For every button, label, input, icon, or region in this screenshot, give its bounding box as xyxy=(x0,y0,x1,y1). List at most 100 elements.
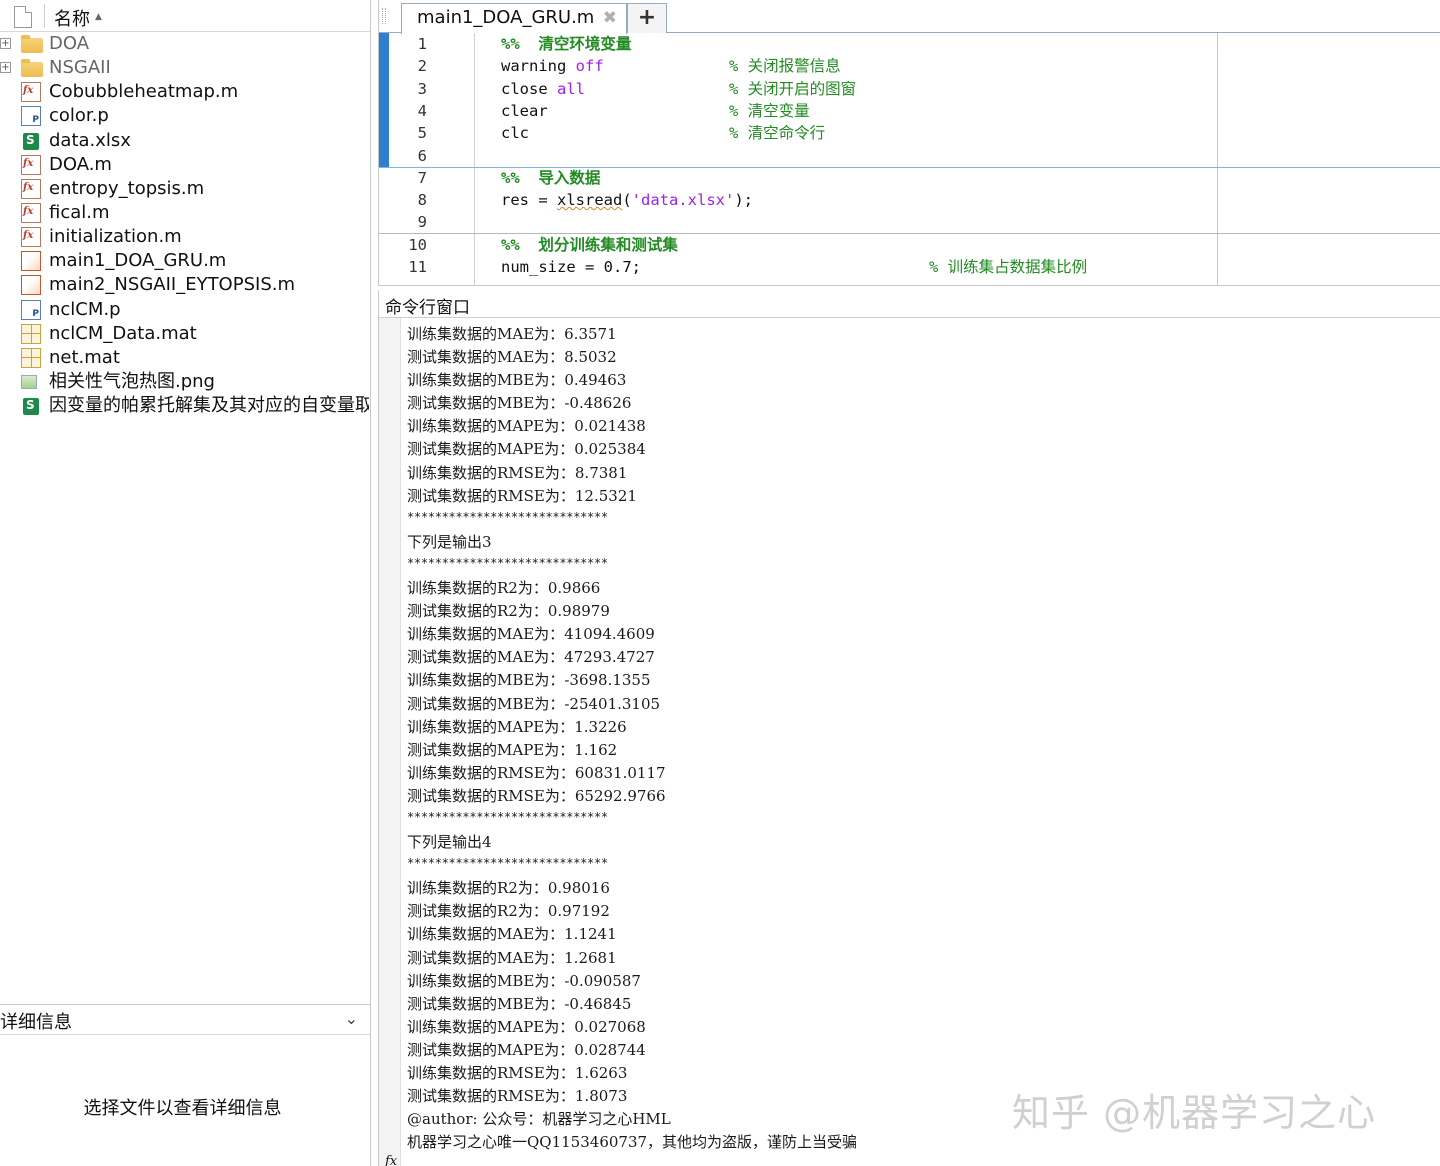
code-token: %% 导入数据 xyxy=(501,168,601,187)
file-item[interactable]: main2_NSGAII_EYTOPSIS.m xyxy=(0,273,370,297)
file-name: Cobubbleheatmap.m xyxy=(49,81,239,103)
code-line[interactable]: 4 clear % 清空变量 xyxy=(379,100,1440,122)
line-number[interactable]: 6 xyxy=(399,145,427,167)
code-line[interactable]: 3 close all % 关闭开启的图窗 xyxy=(379,78,1440,100)
tab-main1-doa-gru[interactable]: main1_DOA_GRU.m ✖ xyxy=(401,3,627,34)
line-number[interactable]: 5 xyxy=(399,122,427,144)
details-panel-header[interactable]: 详细信息 ⌄ xyxy=(0,1004,370,1035)
file-item[interactable]: + DOA xyxy=(0,32,370,56)
code-token: %% 清空环境变量 xyxy=(501,35,632,53)
line-number[interactable]: 4 xyxy=(399,100,427,122)
file-item[interactable]: nclCM_Data.mat xyxy=(0,322,370,346)
line-number[interactable]: 1 xyxy=(399,33,427,55)
close-icon[interactable]: ✖ xyxy=(603,8,617,28)
line-number[interactable]: 10 xyxy=(399,234,427,256)
code-line[interactable]: 1 %% 清空环境变量 xyxy=(379,33,1440,55)
file-name: main2_NSGAII_EYTOPSIS.m xyxy=(49,274,295,296)
fx-prompt-icon[interactable]: fx xyxy=(385,1154,397,1166)
output-line: 训练集数据的R2为：0.9866 xyxy=(407,579,601,598)
excel-file-icon xyxy=(23,132,39,150)
command-window-title-bar[interactable]: 命令行窗口 xyxy=(379,290,1440,318)
column-separator[interactable] xyxy=(44,4,45,28)
matlab-function-icon xyxy=(21,154,41,175)
file-list: + DOA + NSGAIICobubbleheatmap.mcolor.pdata.… xyxy=(0,32,370,418)
folder-icon xyxy=(21,59,43,78)
file-item[interactable]: DOA.m xyxy=(0,153,370,177)
expand-plus-icon[interactable]: + xyxy=(0,38,11,49)
code-line[interactable]: 7 %% 导入数据 xyxy=(379,167,1440,189)
expand-plus-icon[interactable]: + xyxy=(0,62,11,74)
sort-ascending-icon: ▲ xyxy=(95,12,102,22)
code-token: 'data.xlsx' xyxy=(631,191,735,210)
file-item[interactable]: Cobubbleheatmap.m xyxy=(0,80,370,104)
chevron-down-icon[interactable]: ⌄ xyxy=(345,1009,358,1028)
command-output[interactable]: 训练集数据的MAE为：6.3571 测试集数据的MAE为：8.5032 训练集数据的… xyxy=(407,323,1437,1154)
code-token: %% 划分训练集和测试集 xyxy=(501,235,678,254)
output-line: 测试集数据的MAPE为：1.162 xyxy=(407,740,618,759)
code-text: clear xyxy=(501,100,548,122)
name-column-header[interactable]: 名称 xyxy=(54,5,90,31)
code-line[interactable]: 10 %% 划分训练集和测试集 xyxy=(379,234,1440,256)
output-line: 训练集数据的RMSE为：8.7381 xyxy=(407,463,628,482)
output-line: 训练集数据的R2为：0.98016 xyxy=(407,879,610,898)
file-item[interactable]: entropy_topsis.m xyxy=(0,177,370,201)
matlab-function-icon xyxy=(21,202,41,223)
output-line: 训练集数据的MAE为：41094.4609 xyxy=(407,625,655,644)
code-token: close xyxy=(501,79,557,98)
output-line: 测试集数据的MAPE为：0.028744 xyxy=(407,1040,646,1059)
output-line: 训练集数据的MAE为：6.3571 xyxy=(407,325,617,343)
output-line: 测试集数据的RMSE为：12.5321 xyxy=(407,486,637,505)
code-line[interactable]: 6 xyxy=(379,145,1440,167)
line-number[interactable]: 2 xyxy=(399,55,427,77)
line-number[interactable]: 11 xyxy=(399,256,427,278)
output-line: 测试集数据的MAPE为：0.025384 xyxy=(407,440,646,459)
file-item[interactable]: net.mat xyxy=(0,346,370,370)
output-line: 下列是输出4 xyxy=(407,833,492,852)
file-item[interactable]: nclCM.p xyxy=(0,298,370,322)
code-line[interactable]: 5 clc % 清空命令行 xyxy=(379,122,1440,144)
output-line: ***************************** xyxy=(407,555,608,570)
code-token: warning xyxy=(501,57,576,76)
mat-file-icon xyxy=(21,347,41,368)
current-folder-panel: 名称 ▲ + DOA + NSGAIICobubbleheatmap.mcolor.p… xyxy=(0,0,371,1166)
file-item[interactable]: fical.m xyxy=(0,201,370,225)
file-name: nclCM.p xyxy=(49,298,121,320)
file-item[interactable]: 因变量的帕累托解集及其对应的自变量取.. xyxy=(0,394,370,418)
line-number[interactable]: 7 xyxy=(399,167,427,189)
code-text: %% 清空环境变量 xyxy=(501,33,631,55)
drag-grip-icon[interactable] xyxy=(382,8,386,24)
add-tab-button[interactable]: + xyxy=(627,3,667,33)
image-file-icon xyxy=(21,374,37,389)
matlab-script-icon xyxy=(21,275,41,296)
output-line: 训练集数据的MAPE为：0.027068 xyxy=(407,1017,646,1036)
file-type-column-icon[interactable] xyxy=(14,6,32,28)
line-number[interactable]: 8 xyxy=(399,189,427,211)
matlab-function-icon xyxy=(21,82,41,103)
output-line: 训练集数据的RMSE为：60831.0117 xyxy=(407,763,666,782)
code-token: xlsread xyxy=(557,191,623,210)
output-line: 测试集数据的R2为：0.98979 xyxy=(407,602,610,621)
code-text-area[interactable]: 1 %% 清空环境变量 2 warning off % 关闭报警信息 3 close all… xyxy=(379,33,1440,286)
file-name: NSGAII xyxy=(49,57,111,79)
file-item[interactable]: initialization.m xyxy=(0,225,370,249)
code-line[interactable]: 8 res = xlsread('data.xlsx'); xyxy=(379,189,1440,211)
file-item[interactable]: 相关性气泡热图.png xyxy=(0,370,370,394)
file-list-header: 名称 ▲ xyxy=(0,0,370,32)
code-line[interactable]: 11 num_size = 0.7; % 训练集占数据集比例 xyxy=(379,256,1440,278)
watermark: 知乎 @机器学习之心 xyxy=(1012,1091,1377,1135)
file-item[interactable]: color.p xyxy=(0,104,370,128)
file-item[interactable]: + NSGAII xyxy=(0,56,370,80)
editor-tab-strip: main1_DOA_GRU.m ✖ + xyxy=(379,0,1440,34)
line-number[interactable]: 9 xyxy=(399,211,427,233)
code-line[interactable]: 2 warning off % 关闭报警信息 xyxy=(379,55,1440,77)
output-line: ***************************** xyxy=(407,809,608,824)
code-comment: % 训练集占数据集比例 xyxy=(929,258,1088,276)
file-item[interactable]: main1_DOA_GRU.m xyxy=(0,249,370,273)
line-number[interactable]: 3 xyxy=(399,78,427,100)
details-empty-message: 选择文件以查看详细信息 xyxy=(83,1098,282,1119)
output-line: 测试集数据的MAE为：47293.4727 xyxy=(407,648,655,667)
output-line: 测试集数据的MAE为：8.5032 xyxy=(407,348,617,367)
details-title: 详细信息 xyxy=(0,1012,72,1033)
file-item[interactable]: data.xlsx xyxy=(0,129,370,153)
code-line[interactable]: 9 xyxy=(379,211,1440,233)
